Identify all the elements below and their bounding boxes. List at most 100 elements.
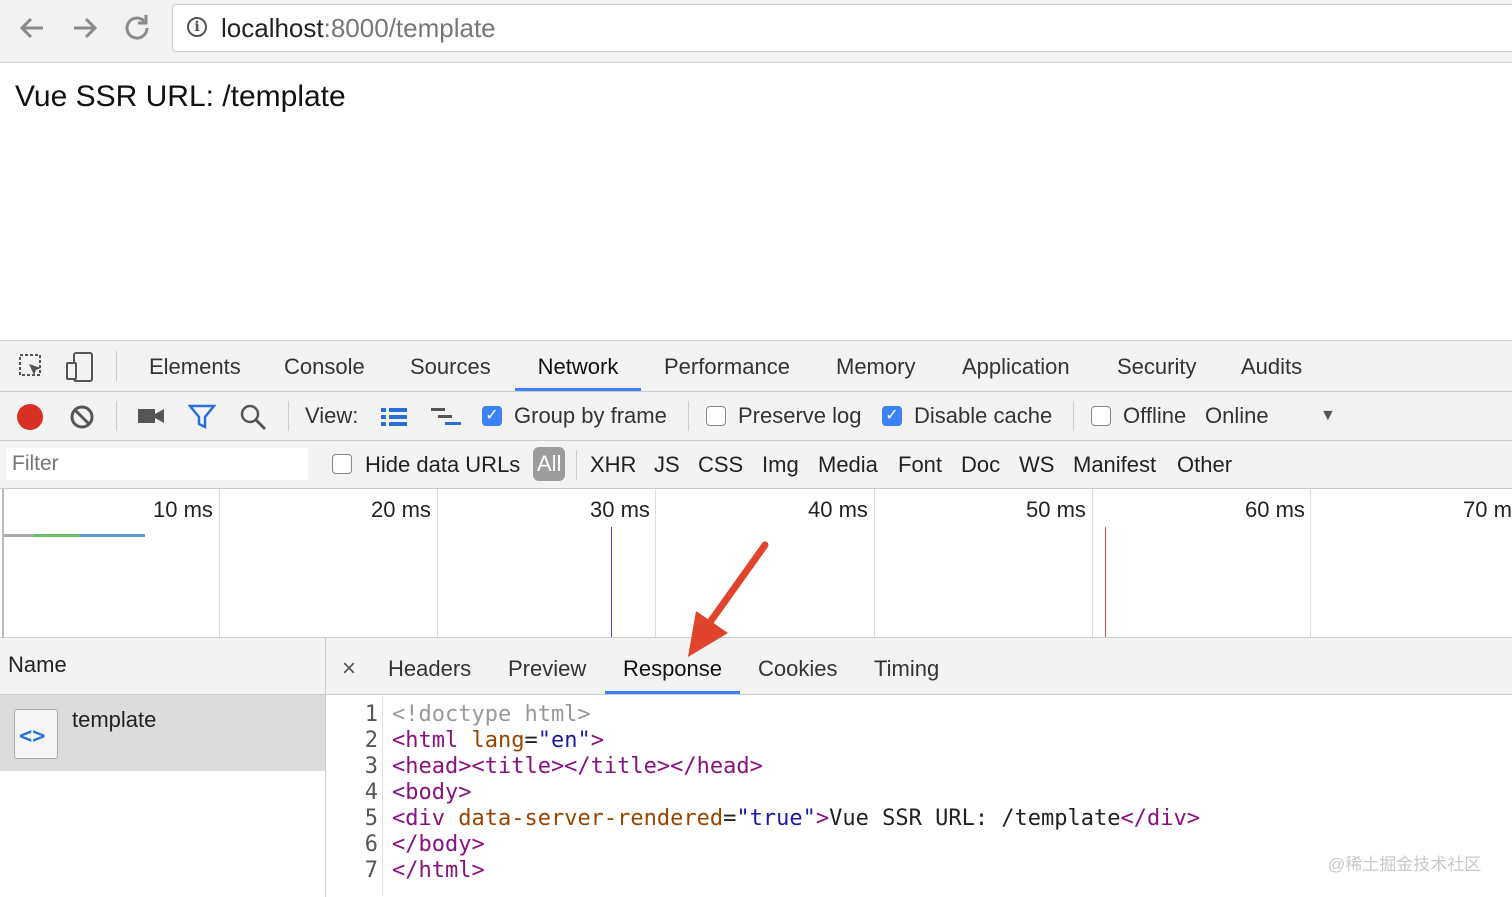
timeline-label: 10 ms bbox=[153, 497, 213, 522]
line-gutter bbox=[382, 696, 383, 896]
code-token: > bbox=[590, 728, 604, 753]
timeline-divider bbox=[219, 489, 220, 637]
timeline-bar-waiting bbox=[34, 534, 80, 537]
code-token: data-server-rendered bbox=[458, 806, 724, 831]
info-icon[interactable]: i bbox=[187, 17, 207, 37]
search-icon[interactable] bbox=[239, 403, 267, 431]
separator bbox=[116, 401, 117, 431]
annotation-arrow-icon bbox=[688, 541, 769, 657]
tab-performance[interactable]: Performance bbox=[664, 341, 790, 391]
code-token: > bbox=[815, 806, 830, 831]
timeline-label: 70 m bbox=[1463, 497, 1512, 522]
chevron-down-icon[interactable]: ▼ bbox=[1320, 392, 1336, 440]
hide-data-urls-label: Hide data URLs bbox=[365, 452, 521, 477]
tab-timing[interactable]: Timing bbox=[874, 638, 939, 694]
line-number: 4 bbox=[364, 780, 378, 805]
device-toolbar-icon[interactable] bbox=[64, 351, 96, 383]
timeline-bar-download bbox=[80, 534, 145, 537]
timeline-divider bbox=[655, 489, 656, 637]
filter-type-font[interactable]: Font bbox=[898, 441, 942, 488]
filter-type-css[interactable]: CSS bbox=[698, 441, 743, 488]
address-bar[interactable]: i localhost:8000/template bbox=[172, 4, 1512, 52]
filter-icon[interactable] bbox=[187, 404, 217, 430]
reload-icon[interactable] bbox=[119, 10, 155, 46]
load-event-marker bbox=[1105, 527, 1106, 637]
name-column-label: Name bbox=[8, 652, 67, 677]
clear-icon[interactable] bbox=[69, 404, 95, 430]
timeline-label: 50 ms bbox=[1026, 497, 1086, 522]
filter-type-media[interactable]: Media bbox=[818, 441, 878, 488]
code-token: "true" bbox=[736, 806, 816, 831]
separator bbox=[1073, 401, 1074, 431]
line-number: 5 bbox=[364, 806, 378, 831]
tab-headers[interactable]: Headers bbox=[388, 638, 471, 694]
disable-cache-checkbox[interactable]: ✓ bbox=[882, 406, 902, 426]
network-toolbar: View: ✓ Group by frame Preserve log ✓ Di… bbox=[0, 392, 1512, 441]
timeline-label: 40 ms bbox=[808, 497, 868, 522]
group-by-frame-checkbox[interactable]: ✓ bbox=[482, 406, 502, 426]
code-line-7: </html> bbox=[392, 858, 485, 883]
line-number: 6 bbox=[364, 832, 378, 857]
record-icon[interactable] bbox=[17, 404, 43, 430]
code-line-1: <!doctype html> bbox=[392, 702, 591, 727]
request-row[interactable]: <> template bbox=[0, 695, 325, 771]
arrow-right-icon[interactable] bbox=[66, 10, 102, 46]
url-path: :8000/template bbox=[323, 13, 496, 43]
code-line-2: <html lang="en"> bbox=[392, 728, 604, 753]
tab-application[interactable]: Application bbox=[962, 341, 1070, 391]
close-icon[interactable]: × bbox=[342, 638, 356, 694]
url-host: localhost bbox=[221, 13, 324, 43]
filter-type-ws[interactable]: WS bbox=[1019, 441, 1054, 488]
tab-sources[interactable]: Sources bbox=[410, 341, 491, 391]
camera-icon[interactable] bbox=[137, 406, 165, 426]
timeline-label: 60 ms bbox=[1245, 497, 1305, 522]
timeline-bar-queue bbox=[4, 534, 34, 537]
line-number: 1 bbox=[364, 702, 378, 727]
view-label: View: bbox=[305, 403, 359, 428]
throttling-select[interactable]: Online bbox=[1205, 392, 1269, 440]
code-token: <html bbox=[392, 728, 472, 753]
dom-content-loaded-marker bbox=[611, 527, 612, 637]
tab-security[interactable]: Security bbox=[1117, 341, 1196, 391]
tab-preview[interactable]: Preview bbox=[508, 638, 586, 694]
tab-elements[interactable]: Elements bbox=[149, 341, 241, 391]
filter-type-img[interactable]: Img bbox=[762, 441, 799, 488]
code-line-3: <head><title></title></head> bbox=[392, 754, 763, 779]
preserve-log-checkbox[interactable] bbox=[706, 406, 726, 426]
code-token: <div bbox=[392, 806, 459, 831]
tab-network[interactable]: Network bbox=[515, 341, 641, 391]
tab-audits[interactable]: Audits bbox=[1241, 341, 1302, 391]
disable-cache-label: Disable cache bbox=[914, 403, 1053, 428]
code-token: Vue SSR URL: /template bbox=[829, 806, 1121, 831]
browser-toolbar: i localhost:8000/template bbox=[0, 0, 1512, 63]
offline-checkbox[interactable] bbox=[1091, 406, 1111, 426]
line-number: 3 bbox=[364, 754, 378, 779]
filter-type-manifest[interactable]: Manifest bbox=[1073, 441, 1156, 488]
code-token: lang bbox=[471, 728, 525, 753]
separator bbox=[288, 401, 289, 431]
name-column-header[interactable]: Name bbox=[0, 638, 325, 695]
filter-type-other[interactable]: Other bbox=[1177, 441, 1232, 488]
filter-input[interactable] bbox=[6, 448, 308, 480]
request-name: template bbox=[72, 707, 157, 732]
filter-type-xhr[interactable]: XHR bbox=[590, 441, 636, 488]
hide-data-urls-checkbox[interactable] bbox=[332, 454, 352, 474]
tab-console[interactable]: Console bbox=[284, 341, 365, 391]
line-number: 7 bbox=[364, 858, 378, 883]
filter-type-all[interactable]: All bbox=[533, 447, 566, 481]
waterfall-view-icon[interactable] bbox=[430, 406, 462, 428]
inspect-element-icon[interactable] bbox=[18, 353, 46, 381]
timeline-divider bbox=[1092, 489, 1093, 637]
code-line-6: </body> bbox=[392, 832, 485, 857]
url-text[interactable]: localhost:8000/template bbox=[221, 13, 496, 44]
tab-memory[interactable]: Memory bbox=[836, 341, 915, 391]
group-by-frame-label: Group by frame bbox=[514, 403, 667, 428]
devtools-tabbar: Elements Console Sources Network Perform… bbox=[0, 341, 1512, 392]
timeline-divider bbox=[874, 489, 875, 637]
filter-type-doc[interactable]: Doc bbox=[961, 441, 1000, 488]
filter-type-js[interactable]: JS bbox=[654, 441, 680, 488]
details-tabbar: × Headers Preview Response Cookies Timin… bbox=[326, 638, 1512, 695]
arrow-left-icon[interactable] bbox=[15, 10, 51, 46]
list-view-icon[interactable] bbox=[380, 406, 408, 428]
line-number: 2 bbox=[364, 728, 378, 753]
